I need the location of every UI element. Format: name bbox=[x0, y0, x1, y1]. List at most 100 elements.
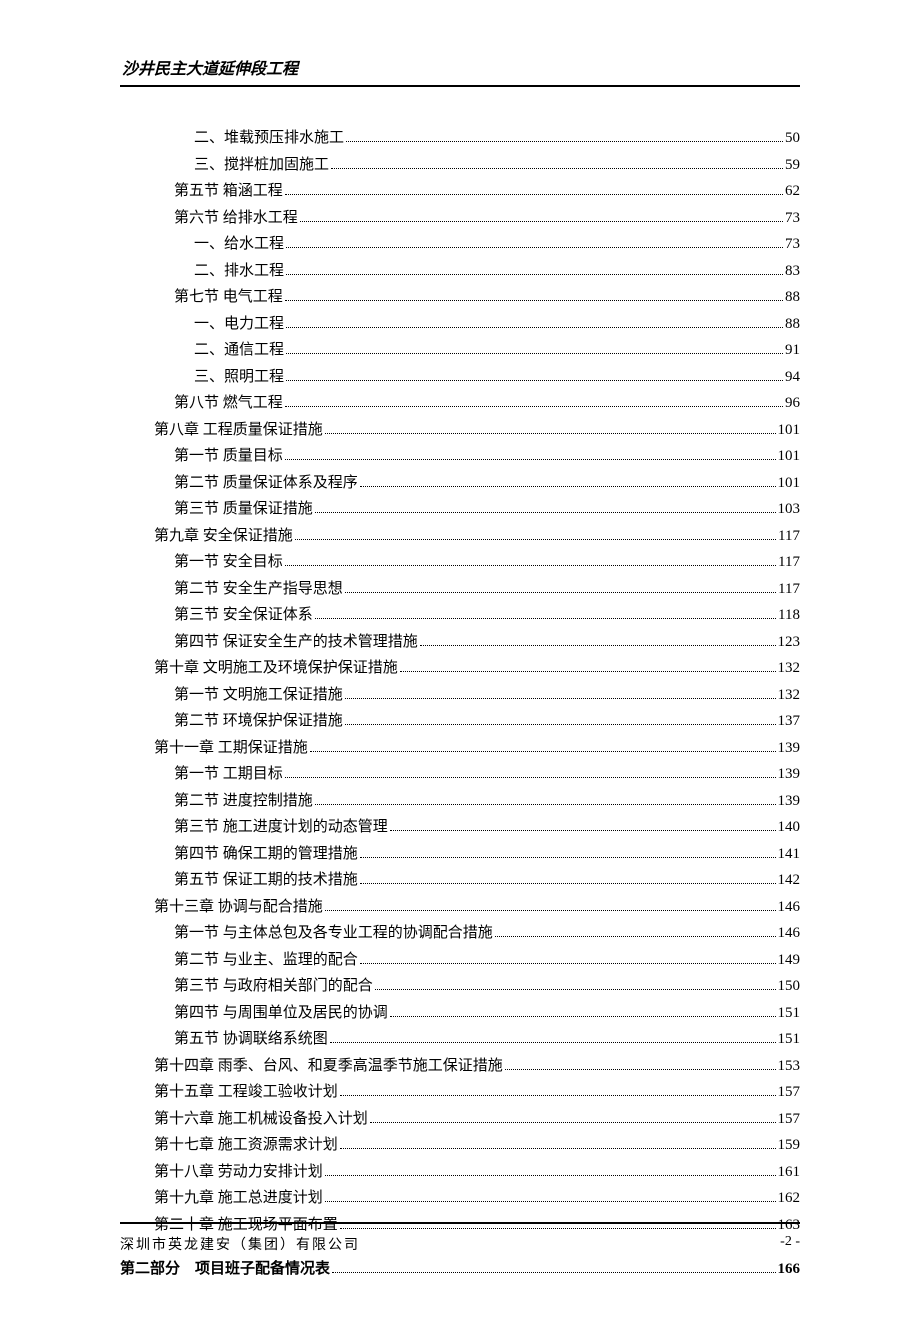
toc-entry-page: 59 bbox=[785, 152, 800, 179]
toc-entry-title: 第二节 进度控制措施 bbox=[174, 788, 313, 815]
toc-entry: 第四节 与周围单位及居民的协调151 bbox=[154, 1000, 800, 1027]
toc-entry-title: 第十章 文明施工及环境保护保证措施 bbox=[154, 655, 398, 682]
toc-entry-page: 91 bbox=[785, 337, 800, 364]
toc-entry-title: 第十八章 劳动力安排计划 bbox=[154, 1159, 323, 1186]
toc-leader-dots bbox=[286, 380, 783, 381]
toc-leader-dots bbox=[315, 512, 776, 513]
toc-entry: 第十四章 雨季、台风、和夏季高温季节施工保证措施153 bbox=[154, 1053, 800, 1080]
toc-entry-page: 101 bbox=[778, 470, 801, 497]
toc-leader-dots bbox=[420, 645, 776, 646]
toc-entry: 一、电力工程88 bbox=[154, 311, 800, 338]
toc-entry: 第五节 保证工期的技术措施 142 bbox=[154, 867, 800, 894]
toc-leader-dots bbox=[285, 194, 783, 195]
toc-leader-dots bbox=[345, 698, 776, 699]
toc-entry-page: 161 bbox=[778, 1159, 801, 1186]
toc-entry-page: 118 bbox=[778, 602, 800, 629]
toc-entry-page: 153 bbox=[778, 1053, 801, 1080]
toc-entry-page: 139 bbox=[778, 788, 801, 815]
toc-entry-title: 三、搅拌桩加固施工 bbox=[194, 152, 329, 179]
toc-entry-page: 117 bbox=[778, 549, 800, 576]
toc-entry: 第十七章 施工资源需求计划159 bbox=[154, 1132, 800, 1159]
toc-leader-dots bbox=[285, 565, 776, 566]
toc-entry-page: 166 bbox=[778, 1256, 801, 1283]
toc-entry-title: 二、排水工程 bbox=[194, 258, 284, 285]
toc-entry-page: 73 bbox=[785, 205, 800, 232]
toc-entry-title: 第十六章 施工机械设备投入计划 bbox=[154, 1106, 368, 1133]
toc-entry-page: 73 bbox=[785, 231, 800, 258]
toc-leader-dots bbox=[360, 486, 776, 487]
toc-leader-dots bbox=[285, 459, 776, 460]
toc-leader-dots bbox=[325, 910, 776, 911]
toc-leader-dots bbox=[295, 539, 776, 540]
table-of-contents: 二、堆载预压排水施工50三、搅拌桩加固施工59第五节 箱涵工程62第六节 给排水… bbox=[120, 125, 800, 1283]
toc-entry-page: 117 bbox=[778, 523, 800, 550]
toc-entry: 第十九章 施工总进度计划162 bbox=[154, 1185, 800, 1212]
toc-entry-page: 50 bbox=[785, 125, 800, 152]
toc-entry-page: 142 bbox=[778, 867, 801, 894]
toc-entry-page: 88 bbox=[785, 284, 800, 311]
toc-entry: 第八章 工程质量保证措施101 bbox=[154, 417, 800, 444]
toc-entry: 第一节 工期目标139 bbox=[154, 761, 800, 788]
toc-entry-page: 139 bbox=[778, 735, 801, 762]
toc-entry-page: 151 bbox=[778, 1026, 801, 1053]
toc-entry-title: 一、给水工程 bbox=[194, 231, 284, 258]
toc-entry-title: 第九章 安全保证措施 bbox=[154, 523, 293, 550]
toc-entry-title: 第四节 保证安全生产的技术管理措施 bbox=[174, 629, 418, 656]
toc-entry-title: 第十五章 工程竣工验收计划 bbox=[154, 1079, 338, 1106]
toc-entry: 第九章 安全保证措施 117 bbox=[154, 523, 800, 550]
toc-entry-page: 137 bbox=[778, 708, 801, 735]
toc-entry: 第十三章 协调与配合措施146 bbox=[154, 894, 800, 921]
toc-entry-page: 62 bbox=[785, 178, 800, 205]
toc-entry-page: 150 bbox=[778, 973, 801, 1000]
toc-leader-dots bbox=[360, 883, 776, 884]
toc-leader-dots bbox=[285, 406, 783, 407]
footer-divider bbox=[120, 1222, 800, 1224]
toc-leader-dots bbox=[375, 989, 776, 990]
toc-leader-dots bbox=[300, 221, 783, 222]
toc-entry: 第十八章 劳动力安排计划 161 bbox=[154, 1159, 800, 1186]
toc-entry-title: 第二节 安全生产指导思想 bbox=[174, 576, 343, 603]
toc-entry-title: 第七节 电气工程 bbox=[174, 284, 283, 311]
toc-leader-dots bbox=[285, 777, 776, 778]
toc-entry: 第三节 与政府相关部门的配合 150 bbox=[154, 973, 800, 1000]
toc-leader-dots bbox=[340, 1148, 776, 1149]
toc-leader-dots bbox=[390, 1016, 776, 1017]
toc-entry: 第十六章 施工机械设备投入计划157 bbox=[154, 1106, 800, 1133]
toc-leader-dots bbox=[310, 751, 776, 752]
footer-page-number: -2 - bbox=[780, 1234, 800, 1254]
toc-leader-dots bbox=[400, 671, 776, 672]
toc-entry-page: 117 bbox=[778, 576, 800, 603]
toc-entry: 第五节 箱涵工程 62 bbox=[154, 178, 800, 205]
toc-entry: 第二部分 项目班子配备情况表 166 bbox=[120, 1256, 800, 1283]
toc-entry-page: 141 bbox=[778, 841, 801, 868]
page-footer: 深圳市英龙建安（集团）有限公司 -2 - bbox=[120, 1222, 800, 1254]
toc-leader-dots bbox=[285, 300, 783, 301]
toc-entry-page: 83 bbox=[785, 258, 800, 285]
toc-leader-dots bbox=[286, 353, 783, 354]
toc-entry-page: 151 bbox=[778, 1000, 801, 1027]
toc-leader-dots bbox=[345, 724, 776, 725]
toc-leader-dots bbox=[315, 804, 776, 805]
toc-leader-dots bbox=[325, 433, 776, 434]
toc-entry: 第八节 燃气工程96 bbox=[154, 390, 800, 417]
toc-entry-page: 88 bbox=[785, 311, 800, 338]
toc-entry-page: 103 bbox=[778, 496, 801, 523]
toc-entry-title: 第五节 箱涵工程 bbox=[174, 178, 283, 205]
toc-entry-title: 第五节 保证工期的技术措施 bbox=[174, 867, 358, 894]
toc-entry-page: 101 bbox=[778, 443, 801, 470]
toc-entry: 第二节 质量保证体系及程序101 bbox=[154, 470, 800, 497]
toc-entry-title: 第三节 安全保证体系 bbox=[174, 602, 313, 629]
toc-entry: 第一节 与主体总包及各专业工程的协调配合措施146 bbox=[154, 920, 800, 947]
toc-leader-dots bbox=[346, 141, 783, 142]
toc-entry: 第五节 协调联络系统图151 bbox=[154, 1026, 800, 1053]
toc-entry-page: 123 bbox=[778, 629, 801, 656]
toc-entry-title: 第二部分 项目班子配备情况表 bbox=[120, 1256, 330, 1283]
toc-entry: 第二节 安全生产指导思想 117 bbox=[154, 576, 800, 603]
toc-entry-title: 第三节 与政府相关部门的配合 bbox=[174, 973, 373, 1000]
toc-entry: 第一节 质量目标101 bbox=[154, 443, 800, 470]
toc-entry-title: 第八节 燃气工程 bbox=[174, 390, 283, 417]
toc-leader-dots bbox=[390, 830, 776, 831]
toc-entry: 第七节 电气工程 88 bbox=[154, 284, 800, 311]
toc-leader-dots bbox=[345, 592, 776, 593]
toc-leader-dots bbox=[331, 168, 783, 169]
